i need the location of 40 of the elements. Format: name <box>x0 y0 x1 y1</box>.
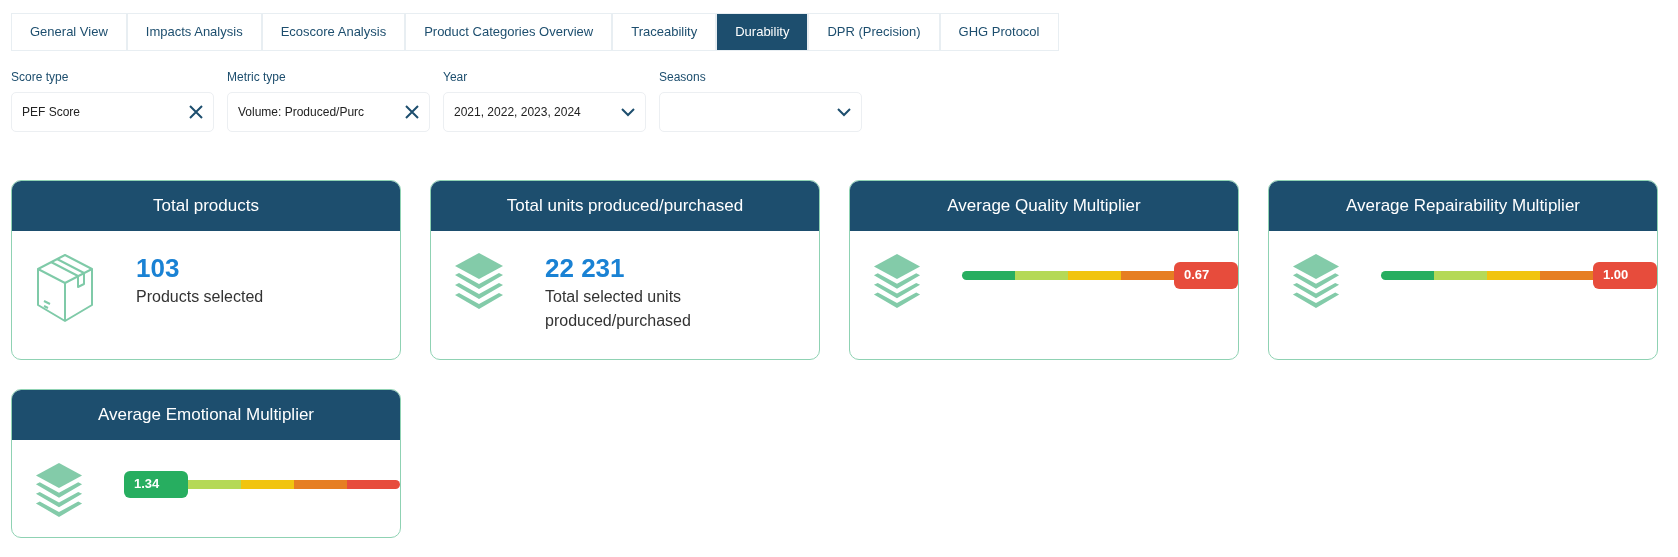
stat-value: 103 <box>136 253 181 283</box>
filter-label: Seasons <box>659 69 707 86</box>
gauge-value-badge: 1.00 <box>1593 261 1657 289</box>
chevron-down-icon[interactable] <box>837 107 851 117</box>
stat-value: 22 231 <box>545 253 626 283</box>
filter-label: Metric type <box>227 69 287 86</box>
layers-icon <box>872 251 922 309</box>
card-title: Average Repairability Multiplier <box>1269 181 1657 231</box>
stat-caption: Products selected <box>136 287 265 307</box>
select-value: 2021, 2022, 2023, 2024 <box>454 104 582 121</box>
stat-caption: Total selected units produced/purchased <box>545 287 692 331</box>
filter-label: Year <box>443 69 469 86</box>
select-value: PEF Score <box>22 104 82 121</box>
tab[interactable]: Durability <box>716 13 809 51</box>
chevron-down-icon[interactable] <box>621 107 635 117</box>
card-title: Total units produced/purchased <box>431 181 819 231</box>
box-icon <box>34 251 96 325</box>
card-title: Total products <box>12 181 400 231</box>
card-title: Average Emotional Multiplier <box>12 390 400 440</box>
tab[interactable]: DPR (Precision) <box>808 13 940 51</box>
gauge-value-badge: 0.67 <box>1174 261 1238 289</box>
tab[interactable]: Traceability <box>612 13 717 51</box>
layers-icon <box>1291 251 1341 309</box>
tab[interactable]: Impacts Analysis <box>126 13 262 51</box>
select-value: Volume: Produced/Purc <box>238 104 366 121</box>
card-title: Average Quality Multiplier <box>850 181 1238 231</box>
layers-icon <box>453 251 505 309</box>
filter-label: Score type <box>11 69 70 86</box>
gauge-value-badge: 1.34 <box>124 470 188 498</box>
select-field[interactable]: Volume: Produced/Purc <box>227 92 430 132</box>
tab[interactable]: GHG Protocol <box>939 13 1059 51</box>
layers-icon <box>34 460 84 518</box>
tab[interactable]: Product Categories Overview <box>405 13 613 51</box>
tab[interactable]: Ecoscore Analysis <box>261 13 406 51</box>
clear-icon[interactable] <box>189 105 203 119</box>
select-field[interactable] <box>659 92 862 132</box>
tab[interactable]: General View <box>11 13 127 51</box>
select-field[interactable]: PEF Score <box>11 92 214 132</box>
select-field[interactable]: 2021, 2022, 2023, 2024 <box>443 92 646 132</box>
clear-icon[interactable] <box>405 105 419 119</box>
